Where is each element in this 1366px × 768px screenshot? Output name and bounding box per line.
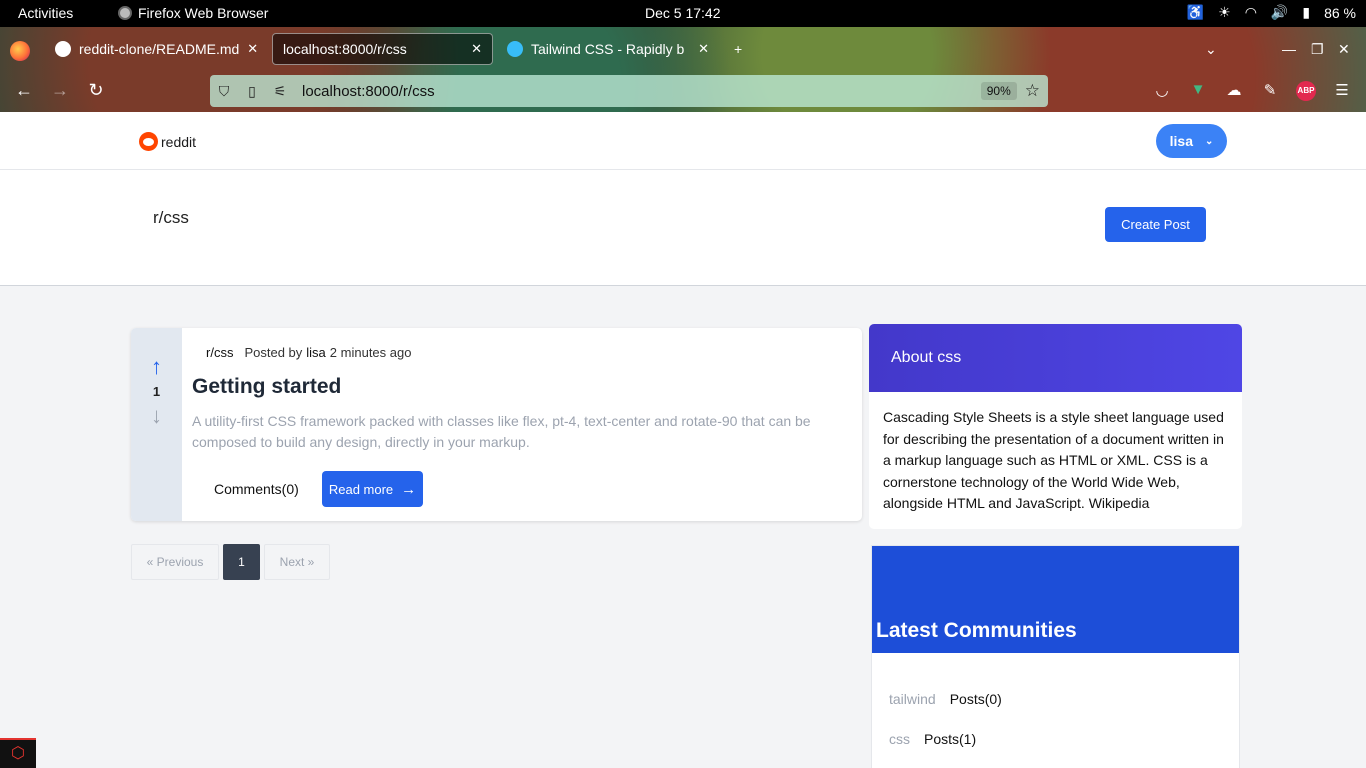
about-description: Cascading Style Sheets is a style sheet … xyxy=(883,409,1224,511)
activities-button[interactable]: Activities xyxy=(18,5,73,21)
latest-communities-heading: Latest Communities xyxy=(872,546,1239,653)
zoom-indicator[interactable]: 90% xyxy=(980,82,1017,100)
tab-strip: reddit-clone/README.md ✕ localhost:8000/… xyxy=(0,27,1366,71)
post-time: 2 minutes ago xyxy=(329,345,412,360)
site-header: reddit lisa ⌄ xyxy=(0,112,1366,170)
forward-icon[interactable]: → xyxy=(48,80,72,101)
reddit-logo[interactable]: reddit xyxy=(139,132,196,151)
nav-toolbar: ← → ↻ ⛉ ▯ ⚟ localhost:8000/r/css 90% ☆ ◡… xyxy=(0,71,1366,112)
community-item[interactable]: css Posts(1) xyxy=(889,731,976,747)
pocket-icon[interactable]: ◡ xyxy=(1152,81,1172,99)
post-body: A utility-first CSS framework packed wit… xyxy=(192,413,811,450)
clock[interactable]: Dec 5 17:42 xyxy=(645,5,721,21)
close-tab-icon[interactable]: ✕ xyxy=(247,41,258,57)
post-meta: r/css Posted by lisa 2 minutes ago xyxy=(206,345,411,360)
firefox-icon xyxy=(118,6,132,20)
post-title[interactable]: Getting started xyxy=(192,375,341,399)
new-tab-icon[interactable]: + xyxy=(734,41,742,57)
maximize-icon[interactable]: ❐ xyxy=(1311,41,1324,58)
hamburger-menu-icon[interactable]: ☰ xyxy=(1332,81,1352,99)
post-card: ↑ 1 ↓ r/css Posted by lisa 2 minutes ago… xyxy=(131,328,862,521)
chevron-down-icon: ⌄ xyxy=(1204,135,1214,147)
upvote-arrow-icon[interactable]: ↑ xyxy=(151,356,162,378)
extension-2-icon[interactable]: ✎ xyxy=(1260,81,1280,99)
tab-title: reddit-clone/README.md xyxy=(79,41,240,57)
community-posts: Posts(0) xyxy=(949,691,1002,707)
tab-localhost[interactable]: localhost:8000/r/css ✕ xyxy=(272,33,493,65)
night-light-icon: ☀ xyxy=(1218,4,1231,20)
user-menu-button[interactable]: lisa ⌄ xyxy=(1156,124,1227,158)
posted-by-label: Posted by xyxy=(244,345,303,360)
app-menu-label: Firefox Web Browser xyxy=(138,5,269,21)
tab-tailwind[interactable]: Tailwind CSS - Rapidly b ✕ xyxy=(497,33,719,65)
accessibility-icon: ♿ xyxy=(1186,4,1205,20)
read-more-button[interactable]: Read more → xyxy=(322,471,423,507)
tab-list-icon[interactable]: ⌄ xyxy=(1205,41,1217,58)
app-menu[interactable]: Firefox Web Browser xyxy=(118,5,268,21)
url-text[interactable]: localhost:8000/r/css xyxy=(302,83,435,100)
wifi-icon: ◠ xyxy=(1244,4,1257,20)
vote-count: 1 xyxy=(152,384,161,399)
next-page-button[interactable]: Next » xyxy=(264,544,330,580)
battery-icon: ▮ xyxy=(1302,4,1311,20)
battery-percent: 86 % xyxy=(1324,4,1356,21)
adblock-icon[interactable]: ABP xyxy=(1296,81,1316,101)
user-name: lisa xyxy=(1169,133,1193,149)
tab-title: Tailwind CSS - Rapidly b xyxy=(531,41,685,57)
logo-text: reddit xyxy=(161,133,197,150)
minimize-icon[interactable]: — xyxy=(1282,41,1296,57)
bookmark-star-icon[interactable]: ☆ xyxy=(1025,81,1040,101)
vue-devtools-icon[interactable]: ▼ xyxy=(1188,81,1208,98)
shield-icon[interactable]: ⛉ xyxy=(210,83,238,100)
system-tray[interactable]: ♿ ☀ ◠ 🔊 ▮ 86 % xyxy=(1187,4,1356,21)
system-top-bar: Activities Firefox Web Browser Dec 5 17:… xyxy=(0,0,1366,27)
about-card: About css Cascading Style Sheets is a st… xyxy=(869,324,1242,529)
downvote-arrow-icon[interactable]: ↓ xyxy=(151,405,162,427)
post-author-link[interactable]: lisa xyxy=(306,345,326,360)
close-tab-icon[interactable]: ✕ xyxy=(471,41,482,57)
page: reddit lisa ⌄ r/css Create Post ↑ 1 ↓ r/… xyxy=(0,112,1366,768)
reload-icon[interactable]: ↻ xyxy=(84,80,108,101)
current-page[interactable]: 1 xyxy=(223,544,260,580)
close-window-icon[interactable]: ✕ xyxy=(1338,41,1350,58)
page-icon[interactable]: ▯ xyxy=(238,83,266,100)
previous-page-button[interactable]: « Previous xyxy=(131,544,219,580)
read-more-label: Read more xyxy=(328,481,394,497)
tailwind-icon xyxy=(507,41,523,57)
firefox-menu-icon[interactable] xyxy=(10,41,30,61)
subreddit-header: r/css Create Post xyxy=(0,170,1366,286)
tab-title: localhost:8000/r/css xyxy=(283,41,407,57)
latest-communities-card: Latest Communities tailwind Posts(0) css… xyxy=(871,545,1240,768)
tab-readme[interactable]: reddit-clone/README.md ✕ xyxy=(45,33,267,65)
volume-icon: 🔊 xyxy=(1270,4,1289,20)
github-icon xyxy=(55,41,71,57)
close-tab-icon[interactable]: ✕ xyxy=(698,41,709,57)
about-heading: About css xyxy=(869,324,1242,392)
reddit-snoo-icon xyxy=(139,132,158,151)
subreddit-title: r/css xyxy=(153,208,189,227)
back-icon[interactable]: ← xyxy=(12,80,36,101)
comments-link[interactable]: Comments(0) xyxy=(214,481,299,497)
community-name[interactable]: css xyxy=(889,731,910,747)
permissions-icon[interactable]: ⚟ xyxy=(266,83,294,100)
post-subreddit-link[interactable]: r/css xyxy=(206,345,233,360)
community-item[interactable]: tailwind Posts(0) xyxy=(889,691,1002,707)
create-post-button[interactable]: Create Post xyxy=(1105,207,1206,242)
pagination: « Previous 1 Next » xyxy=(131,544,330,580)
laravel-debugbar-icon[interactable]: ⬡ xyxy=(0,738,36,768)
browser-chrome: reddit-clone/README.md ✕ localhost:8000/… xyxy=(0,27,1366,112)
arrow-right-icon: → xyxy=(401,480,417,498)
url-bar[interactable]: ⛉ ▯ ⚟ localhost:8000/r/css 90% ☆ xyxy=(210,75,1048,107)
community-posts: Posts(1) xyxy=(924,731,977,747)
extension-icon[interactable]: ☁ xyxy=(1224,81,1244,99)
vote-column: ↑ 1 ↓ xyxy=(131,328,182,521)
community-name[interactable]: tailwind xyxy=(889,691,936,707)
